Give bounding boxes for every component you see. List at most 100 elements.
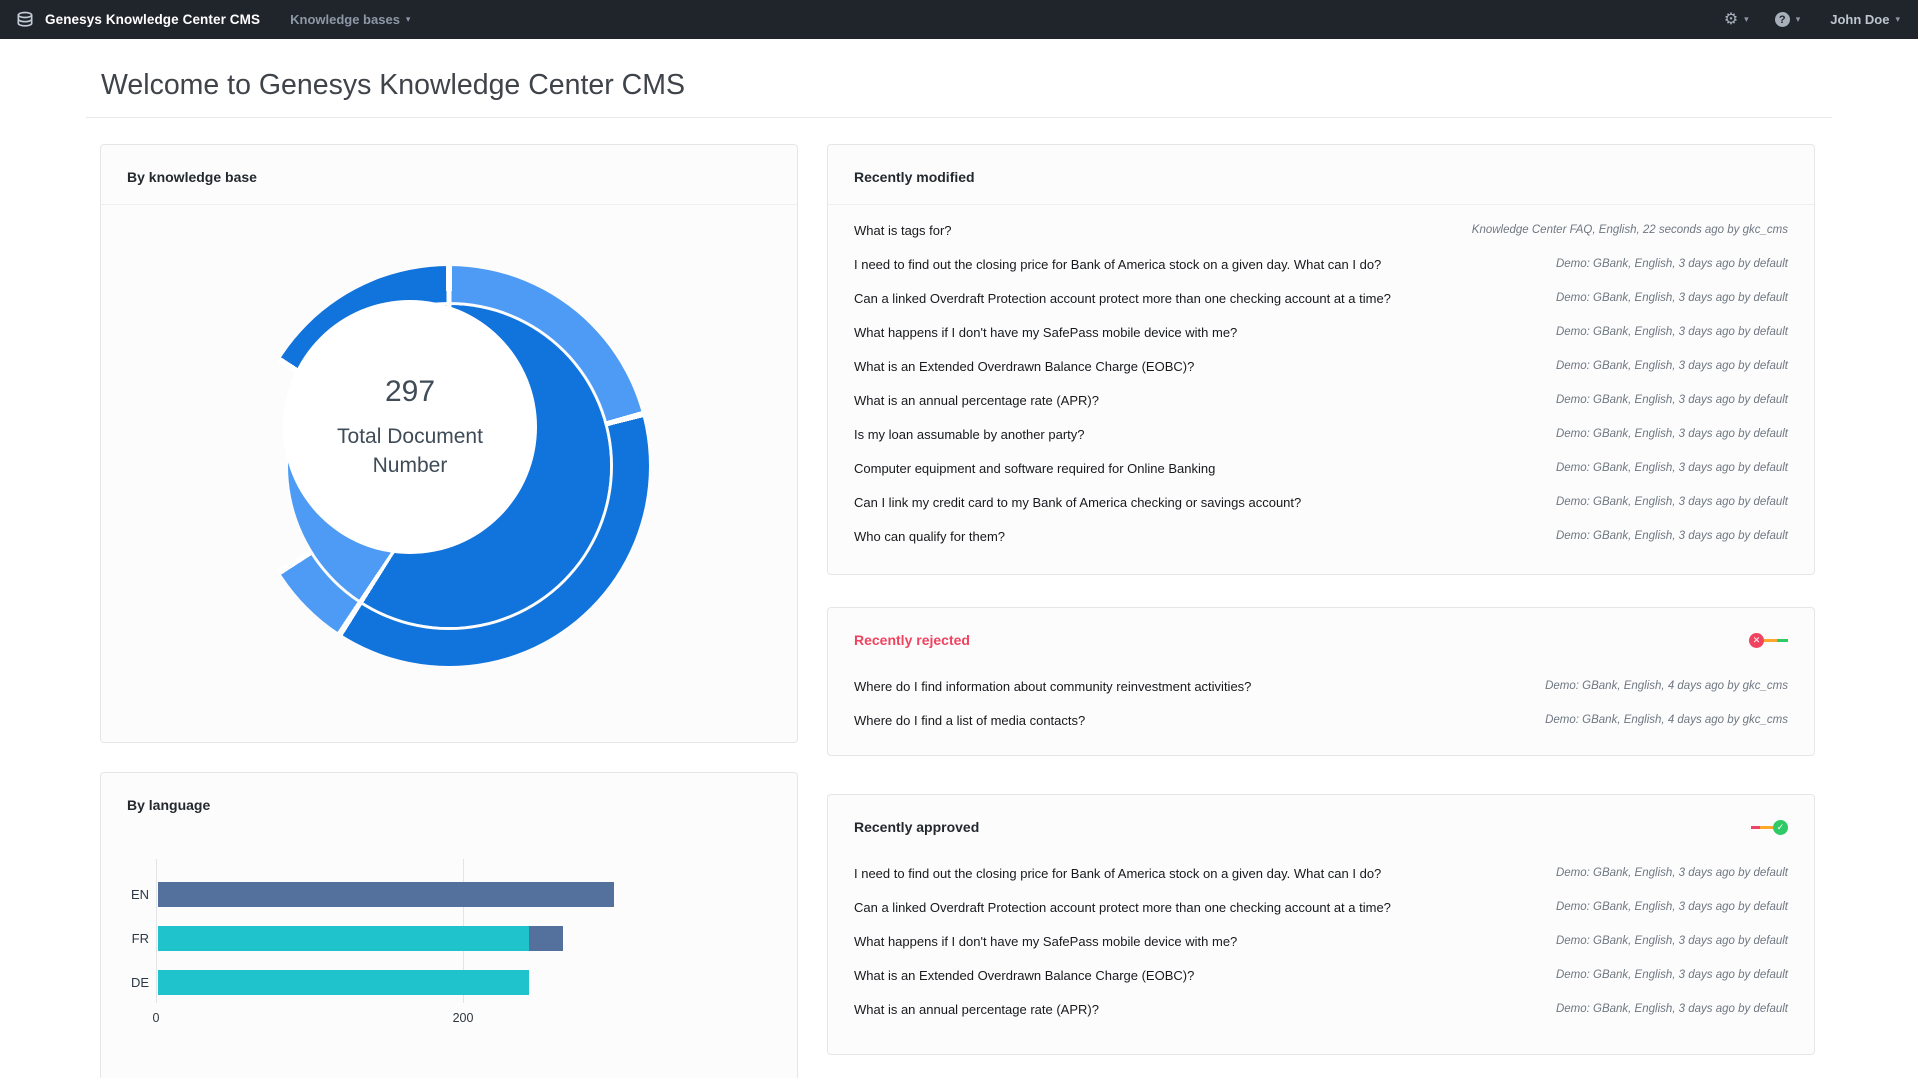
document-question-link[interactable]: Is my loan assumable by another party?	[854, 427, 1085, 442]
document-meta: Demo: GBank, English, 3 days ago by defa…	[1555, 867, 1788, 879]
card-recently-rejected: Recently rejected ✕ Where do I find info…	[827, 607, 1815, 756]
settings-button[interactable]: ⚙ ▾	[1723, 10, 1749, 28]
document-meta: Demo: GBank, English, 3 days ago by defa…	[1555, 462, 1788, 474]
document-question-link[interactable]: Where do I find information about commun…	[854, 679, 1251, 694]
document-meta: Demo: GBank, English, 3 days ago by defa…	[1555, 360, 1788, 372]
bar-segment-slate	[529, 926, 563, 951]
recently-approved-list: I need to find out the closing price for…	[828, 854, 1814, 1036]
document-row[interactable]: I need to find out the closing price for…	[854, 247, 1788, 281]
app-brand-title: Genesys Knowledge Center CMS	[45, 12, 261, 27]
document-meta: Demo: GBank, English, 3 days ago by defa…	[1555, 292, 1788, 304]
card-title-recently-rejected: Recently rejected	[854, 632, 970, 648]
document-row[interactable]: Computer equipment and software required…	[854, 451, 1788, 485]
category-label-fr: FR	[131, 931, 149, 946]
card-title-recently-approved: Recently approved	[854, 819, 980, 835]
document-question-link[interactable]: I need to find out the closing price for…	[854, 866, 1381, 881]
document-question-link[interactable]: Can a linked Overdraft Protection accoun…	[854, 291, 1391, 306]
document-meta: Demo: GBank, English, 4 days ago by gkc_…	[1545, 680, 1788, 692]
bar-segment-teal	[158, 926, 529, 951]
approved-check-icon: ✓	[1773, 819, 1788, 835]
bar-row-de[interactable]	[158, 970, 529, 995]
title-divider	[86, 117, 1832, 118]
category-label-en: EN	[130, 887, 149, 902]
card-recently-approved: Recently approved ✓ I need to find out t…	[827, 794, 1815, 1055]
bar-row-fr[interactable]	[158, 926, 563, 951]
document-row[interactable]: What is an Extended Overdrawn Balance Ch…	[854, 349, 1788, 383]
card-title-recently-modified: Recently modified	[854, 169, 975, 185]
chevron-down-icon: ▾	[405, 14, 411, 24]
document-question-link[interactable]: What is tags for?	[854, 223, 952, 238]
card-recently-modified: Recently modified What is tags for? Know…	[827, 144, 1815, 575]
document-question-link[interactable]: Who can qualify for them?	[854, 529, 1005, 544]
document-row[interactable]: What is tags for? Knowledge Center FAQ, …	[854, 213, 1788, 247]
document-meta: Demo: GBank, English, 3 days ago by defa…	[1555, 394, 1788, 406]
x-tick-label: 0	[152, 1011, 160, 1025]
bar-row-en[interactable]	[158, 882, 614, 907]
document-row[interactable]: Who can qualify for them? Demo: GBank, E…	[854, 519, 1788, 553]
document-question-link[interactable]: Can I link my credit card to my Bank of …	[854, 495, 1301, 510]
document-question-link[interactable]: Where do I find a list of media contacts…	[854, 713, 1085, 728]
document-meta: Demo: GBank, English, 3 days ago by defa…	[1555, 901, 1788, 913]
document-row[interactable]: Can a linked Overdraft Protection accoun…	[854, 890, 1788, 924]
chevron-down-icon: ▾	[1744, 14, 1749, 24]
card-by-language: By language 0 200 EN FR DE	[100, 772, 798, 1078]
x-tick-label: 200	[452, 1011, 474, 1025]
document-row[interactable]: I need to find out the closing price for…	[854, 856, 1788, 890]
x-gridline	[156, 859, 157, 1003]
card-title-by-knowledge-base: By knowledge base	[127, 169, 257, 185]
knowledge-base-donut-chart[interactable]: 297 Total Document Number	[249, 266, 649, 666]
document-meta: Knowledge Center FAQ, English, 22 second…	[1471, 224, 1788, 236]
document-meta: Demo: GBank, English, 3 days ago by defa…	[1555, 935, 1788, 947]
document-meta: Demo: GBank, English, 3 days ago by defa…	[1555, 969, 1788, 981]
document-row[interactable]: Where do I find information about commun…	[854, 669, 1788, 703]
nav-knowledge-bases[interactable]: Knowledge bases ▾	[290, 12, 410, 27]
document-row[interactable]: Where do I find a list of media contacts…	[854, 703, 1788, 737]
question-circle-icon: ?	[1774, 12, 1790, 27]
document-meta: Demo: GBank, English, 3 days ago by defa…	[1555, 496, 1788, 508]
approved-icon: ✓	[1751, 819, 1788, 835]
document-row[interactable]: What happens if I don't have my SafePass…	[854, 924, 1788, 958]
chevron-down-icon: ▾	[1795, 14, 1801, 24]
recently-modified-list: What is tags for? Knowledge Center FAQ, …	[828, 205, 1814, 563]
rejected-icon: ✕	[1749, 632, 1788, 648]
document-question-link[interactable]: Can a linked Overdraft Protection accoun…	[854, 900, 1391, 915]
document-meta: Demo: GBank, English, 3 days ago by defa…	[1555, 326, 1788, 338]
total-document-number-value: 297	[384, 374, 436, 408]
document-meta: Demo: GBank, English, 3 days ago by defa…	[1555, 530, 1788, 542]
document-row[interactable]: Can a linked Overdraft Protection accoun…	[854, 281, 1788, 315]
card-by-knowledge-base: By knowledge base 297 Total Document Num…	[100, 144, 798, 743]
document-question-link[interactable]: What is an annual percentage rate (APR)?	[854, 1002, 1099, 1017]
user-menu[interactable]: John Doe ▾	[1830, 12, 1900, 27]
document-meta: Demo: GBank, English, 3 days ago by defa…	[1555, 428, 1788, 440]
database-stack-icon	[14, 9, 36, 31]
document-question-link[interactable]: What is an Extended Overdrawn Balance Ch…	[854, 968, 1194, 983]
page-content: Welcome to Genesys Knowledge Center CMS …	[0, 69, 1918, 1078]
page-title: Welcome to Genesys Knowledge Center CMS	[101, 69, 685, 101]
help-button[interactable]: ? ▾	[1774, 12, 1801, 27]
recently-rejected-list: Where do I find information about commun…	[828, 667, 1814, 747]
donut-center: 297 Total Document Number	[283, 300, 537, 554]
top-navbar: Genesys Knowledge Center CMS Knowledge b…	[0, 0, 1918, 39]
chevron-down-icon: ▾	[1895, 14, 1900, 24]
document-meta: Demo: GBank, English, 3 days ago by defa…	[1555, 258, 1788, 270]
document-meta: Demo: GBank, English, 4 days ago by gkc_…	[1545, 714, 1788, 726]
user-name: John Doe	[1830, 12, 1890, 27]
rejected-x-icon: ✕	[1749, 632, 1764, 648]
document-row[interactable]: Is my loan assumable by another party? D…	[854, 417, 1788, 451]
document-row[interactable]: What is an annual percentage rate (APR)?…	[854, 992, 1788, 1026]
document-question-link[interactable]: I need to find out the closing price for…	[854, 257, 1381, 272]
gear-icon: ⚙	[1723, 10, 1739, 28]
category-label-de: DE	[130, 975, 149, 990]
bar-segment-slate	[158, 882, 614, 907]
document-row[interactable]: What is an Extended Overdrawn Balance Ch…	[854, 958, 1788, 992]
document-row[interactable]: Can I link my credit card to my Bank of …	[854, 485, 1788, 519]
document-question-link[interactable]: What happens if I don't have my SafePass…	[854, 325, 1237, 340]
total-document-number-label: Total Document Number	[337, 424, 483, 477]
document-row[interactable]: What happens if I don't have my SafePass…	[854, 315, 1788, 349]
document-row[interactable]: What is an annual percentage rate (APR)?…	[854, 383, 1788, 417]
document-question-link[interactable]: What happens if I don't have my SafePass…	[854, 934, 1237, 949]
document-question-link[interactable]: Computer equipment and software required…	[854, 461, 1215, 476]
document-question-link[interactable]: What is an annual percentage rate (APR)?	[854, 393, 1099, 408]
document-question-link[interactable]: What is an Extended Overdrawn Balance Ch…	[854, 359, 1194, 374]
document-meta: Demo: GBank, English, 3 days ago by defa…	[1555, 1003, 1788, 1015]
